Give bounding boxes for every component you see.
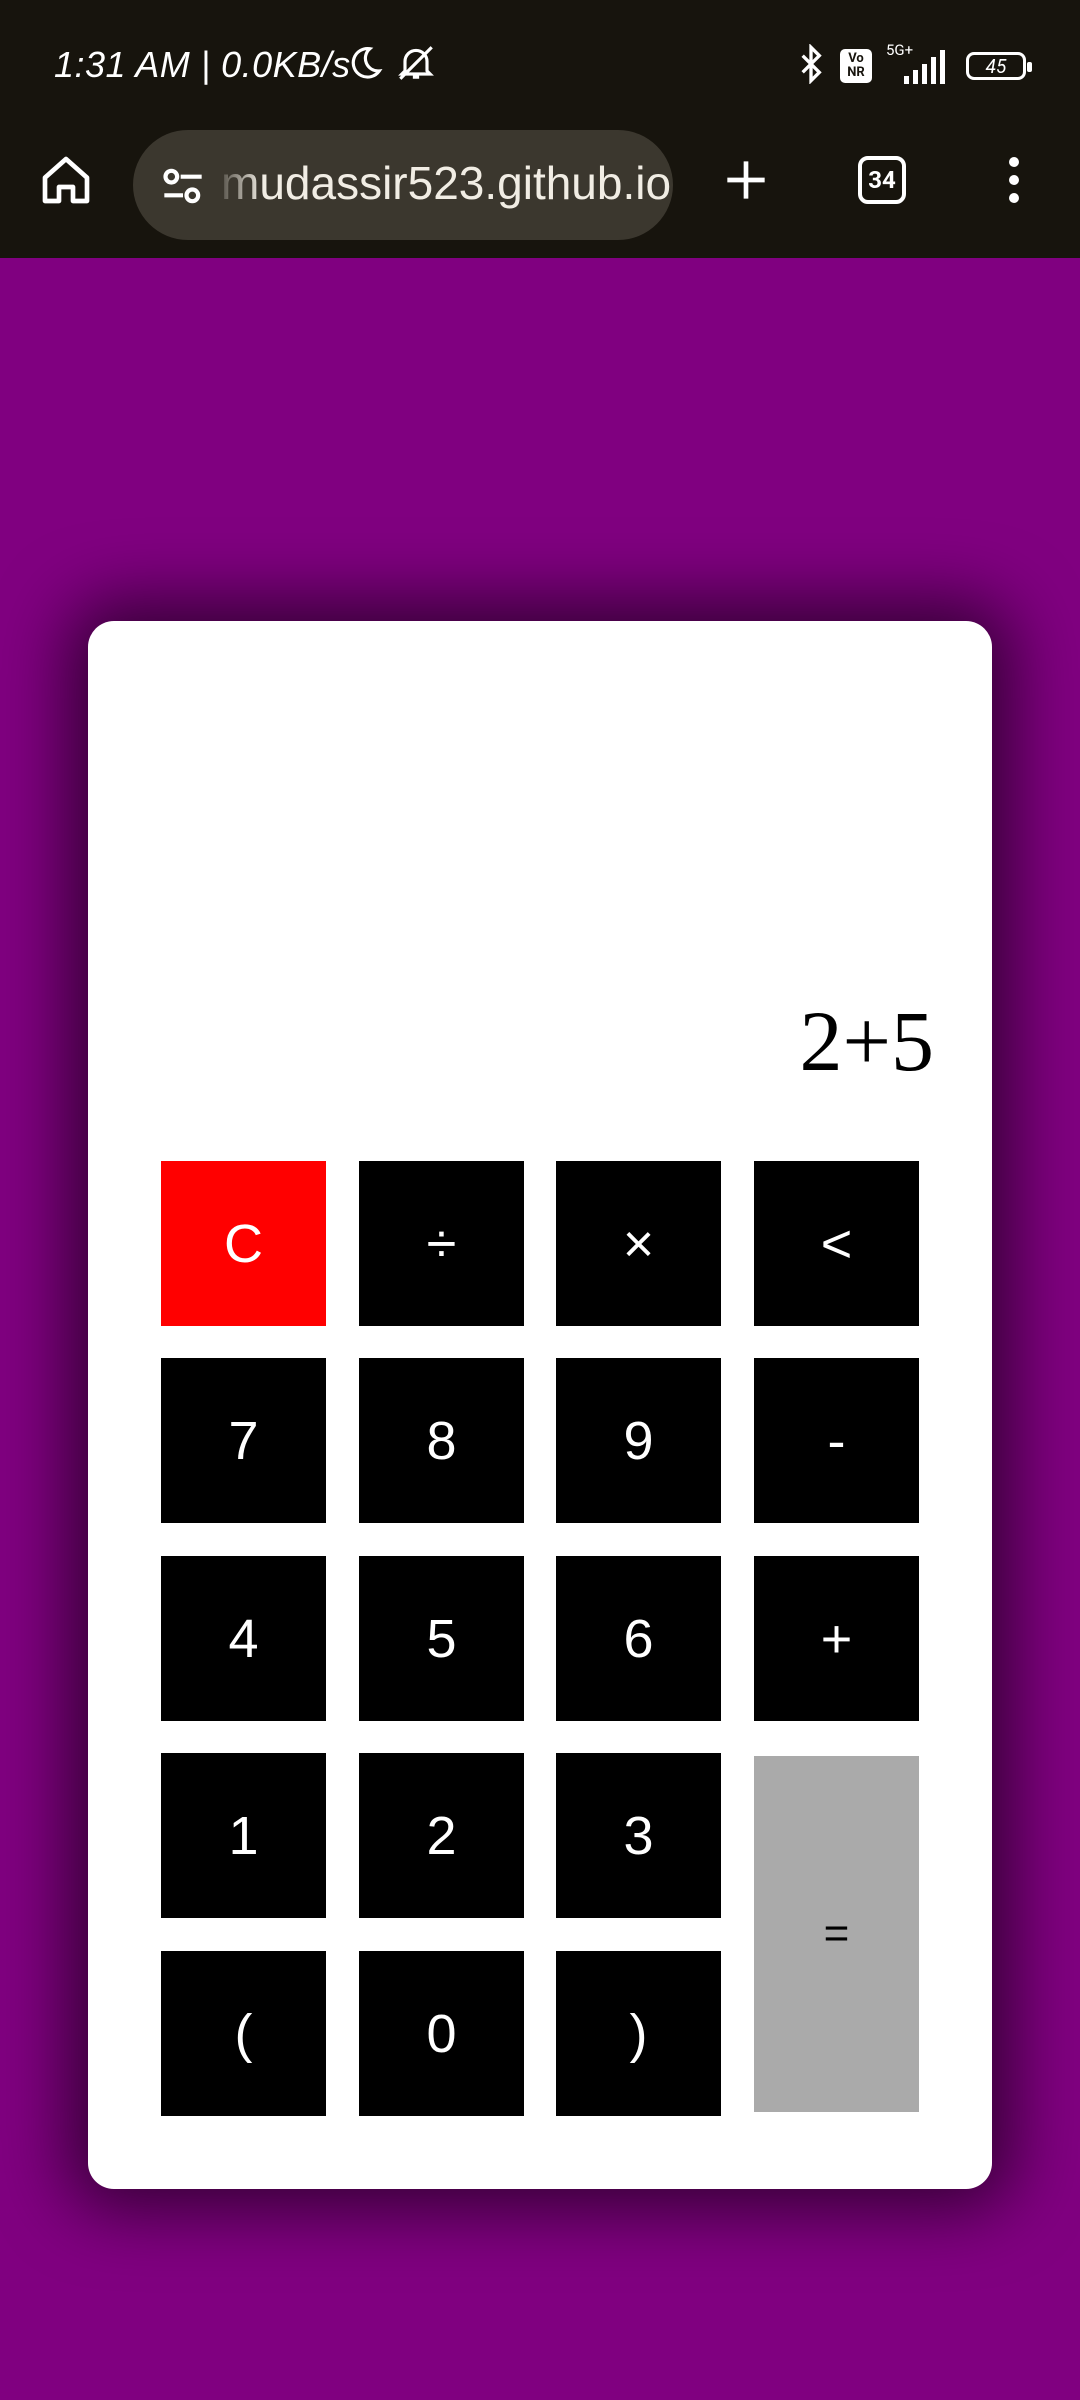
close-paren-button[interactable]: ) [556,1951,721,2116]
address-bar[interactable]: mudassir523.github.io [133,130,673,240]
tune-icon[interactable] [155,158,211,214]
bluetooth-icon [796,43,826,88]
signal-icon: 5G+ [886,42,952,86]
plus-icon [727,161,765,199]
status-bar: 1:31 AM | 0.0KB/s Vo NR 5G+ 45 [0,0,1080,130]
browser-menu-button[interactable] [990,152,1038,208]
home-icon [42,156,90,204]
battery-icon: 45 [966,52,1032,80]
divide-button[interactable]: ÷ [359,1161,524,1326]
digit-4-button[interactable]: 4 [161,1556,326,1721]
clear-button[interactable]: C [161,1161,326,1326]
url-text[interactable]: mudassir523.github.io [221,156,671,210]
status-time: 1:31 AM | 0.0KB/s [54,44,351,85]
moon-icon [346,44,384,86]
new-tab-button[interactable] [718,152,774,208]
bell-off-icon [394,44,438,86]
digit-0-button[interactable]: 0 [359,1951,524,2116]
digit-2-button[interactable]: 2 [359,1753,524,1918]
digit-8-button[interactable]: 8 [359,1358,524,1523]
digit-3-button[interactable]: 3 [556,1753,721,1918]
calculator-display: 2+5 [799,993,934,1089]
multiply-button[interactable]: × [556,1161,721,1326]
status-right-icons: Vo NR 5G+ 45 [796,42,1032,88]
minus-button[interactable]: - [754,1358,919,1523]
equals-button[interactable]: = [754,1756,919,2112]
open-paren-button[interactable]: ( [161,1951,326,2116]
status-left-icons [346,44,438,86]
browser-toolbar: mudassir523.github.io 34 [0,130,1080,258]
digit-1-button[interactable]: 1 [161,1753,326,1918]
home-button[interactable] [38,152,94,208]
url-fade [213,130,263,240]
plus-button[interactable]: + [754,1556,919,1721]
backspace-button[interactable]: < [754,1161,919,1326]
digit-9-button[interactable]: 9 [556,1358,721,1523]
digit-7-button[interactable]: 7 [161,1358,326,1523]
tab-switcher-button[interactable]: 34 [858,156,906,204]
vonr-badge: Vo NR [840,49,872,83]
digit-5-button[interactable]: 5 [359,1556,524,1721]
more-vert-icon [1009,157,1019,203]
digit-6-button[interactable]: 6 [556,1556,721,1721]
calculator-card: 2+5 C ÷ × < 7 8 9 - 4 5 6 + 1 2 3 = ( 0 … [88,621,992,2189]
